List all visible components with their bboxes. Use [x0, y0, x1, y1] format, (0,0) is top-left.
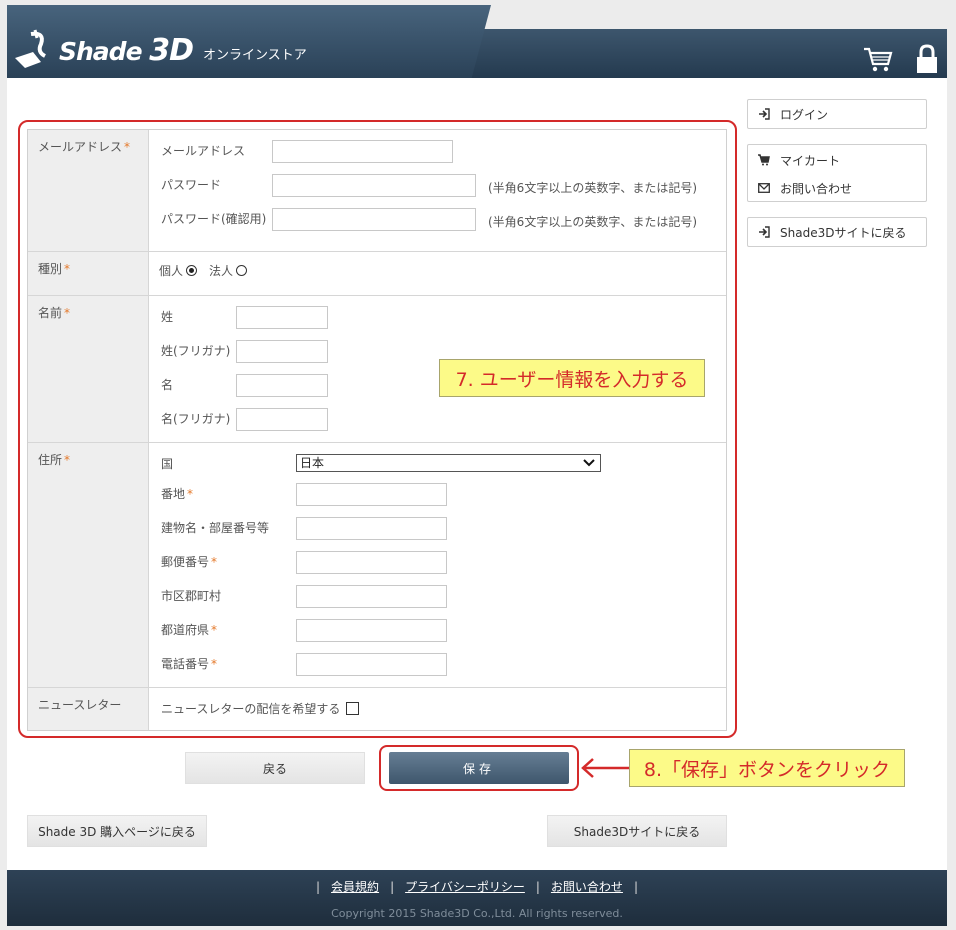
site-back-button[interactable]: Shade3Dサイトに戻る: [547, 815, 727, 847]
step7-callout: 7. ユーザー情報を入力する: [439, 359, 705, 397]
back-button[interactable]: 戻る: [185, 752, 365, 784]
sidebar-login-box: ログイン: [747, 99, 927, 129]
sidebar-login-label: ログイン: [780, 107, 829, 122]
shade-logo-icon: [15, 29, 46, 68]
logo-text: Shade 3D: [59, 32, 194, 68]
step8-callout: 8.「保存」ボタンをクリック: [629, 749, 905, 787]
form-highlight: [18, 120, 737, 738]
footer-link-contact[interactable]: お問い合わせ: [551, 880, 623, 894]
copyright: Copyright 2015 Shade3D Co.,Ltd. All righ…: [331, 907, 623, 920]
sign-in-icon: [758, 226, 772, 238]
sidebar-contact-label: お問い合わせ: [780, 181, 853, 196]
save-button[interactable]: 保存: [389, 752, 569, 784]
footer-links: | 会員規約 | プライバシーポリシー | お問い合わせ |: [316, 880, 638, 894]
lock-icon[interactable]: [911, 43, 943, 75]
shop-back-button[interactable]: Shade 3D 購入ページに戻る: [27, 815, 207, 847]
footer-link-terms[interactable]: 会員規約: [331, 880, 379, 894]
cart-icon[interactable]: [862, 43, 894, 75]
envelope-icon: [758, 183, 772, 193]
footer-link-privacy[interactable]: プライバシーポリシー: [405, 880, 525, 894]
sidebar-item-site-back[interactable]: Shade3Dサイトに戻る: [748, 218, 926, 246]
sidebar-account-box: マイカート お問い合わせ: [747, 144, 927, 202]
sidebar-site-box: Shade3Dサイトに戻る: [747, 217, 927, 247]
site-header: Shade 3D オンラインストア: [7, 5, 947, 78]
main-content: メールアドレス * メールアドレス パスワード (半角6文字以上の英数字、または記…: [7, 78, 947, 870]
site-logo[interactable]: Shade 3D オンラインストア: [11, 25, 307, 75]
sidebar-cart-label: マイカート: [780, 153, 841, 168]
arrow-icon: [581, 758, 629, 778]
site-footer: | 会員規約 | プライバシーポリシー | お問い合わせ | Copyright 2015 …: [7, 870, 947, 926]
sign-in-icon: [758, 108, 772, 120]
sidebar-item-contact[interactable]: お問い合わせ: [748, 174, 926, 202]
sidebar-item-cart[interactable]: マイカート: [748, 146, 926, 174]
logo-subtitle: オンラインストア: [203, 47, 307, 63]
sidebar-site-back-label: Shade3Dサイトに戻る: [780, 225, 907, 240]
cart-small-icon: [758, 154, 772, 166]
sidebar-item-login[interactable]: ログイン: [748, 100, 926, 128]
